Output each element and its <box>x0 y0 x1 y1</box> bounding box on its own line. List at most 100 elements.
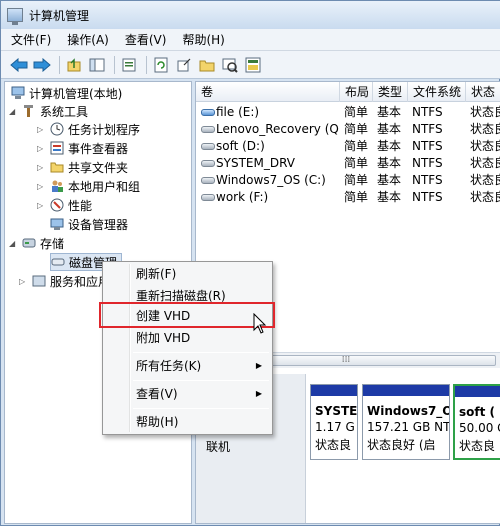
tree-item-performance[interactable]: ▷ 性能 <box>37 196 92 214</box>
partition-system[interactable]: SYSTE 1.17 G 状态良 <box>310 384 358 460</box>
menu-item-help[interactable]: 帮助(H) <box>105 412 270 432</box>
table-row[interactable]: work (F:) 简单 基本 NTFS 状态良 <box>196 189 500 206</box>
partition-name: Windows7_O <box>367 404 450 418</box>
tree-item-label: 系统工具 <box>40 104 89 119</box>
expand-arrow-icon[interactable]: ▷ <box>37 144 47 153</box>
table-row[interactable]: file (E:) 简单 基本 NTFS 状态良 <box>196 104 500 121</box>
column-header-type[interactable]: 类型 <box>373 82 408 102</box>
volume-name: file (E:) <box>216 105 260 119</box>
event-viewer-icon <box>50 141 64 155</box>
menu-view[interactable]: 查看(V) <box>125 31 167 48</box>
table-row[interactable]: SYSTEM_DRV 简单 基本 NTFS 状态良 <box>196 155 500 172</box>
toolbar <box>1 51 500 79</box>
tree-item-storage[interactable]: ◢ 存储 <box>9 234 64 252</box>
tree-item-task-scheduler[interactable]: ▷ 任务计划程序 <box>37 120 140 138</box>
help-icon[interactable] <box>220 55 240 75</box>
table-row[interactable]: Windows7_OS (C:) 简单 基本 NTFS 状态良 <box>196 172 500 189</box>
tree-item-services-apps[interactable]: ▷ 服务和应用 <box>19 272 110 290</box>
tree-item-label: 计算机管理(本地) <box>29 86 123 101</box>
settings-icon[interactable] <box>243 55 263 75</box>
volume-filesystem: NTFS <box>412 139 443 153</box>
menu-action[interactable]: 操作(A) <box>67 31 109 48</box>
tree-item-event-viewer[interactable]: ▷ 事件查看器 <box>37 139 128 157</box>
refresh-icon[interactable] <box>151 55 171 75</box>
menu-item-rescan-disks[interactable]: 重新扫描磁盘(R) <box>105 286 270 306</box>
back-icon[interactable] <box>9 55 29 75</box>
computer-management-window: 计算机管理 文件(F) 操作(A) 查看(V) 帮助(H) 计算机管理(本地) … <box>0 0 500 526</box>
volume-type: 基本 <box>377 190 402 204</box>
volume-filesystem: NTFS <box>412 173 443 187</box>
column-header-layout[interactable]: 布局 <box>340 82 373 102</box>
forward-icon[interactable] <box>32 55 52 75</box>
computer-icon <box>11 86 25 100</box>
clock-icon <box>50 122 64 136</box>
column-header-volume[interactable]: 卷 <box>196 82 340 102</box>
volume-status: 状态良 <box>470 173 500 187</box>
users-icon <box>50 179 64 193</box>
tree-item-device-manager[interactable]: 设备管理器 <box>50 215 128 233</box>
partition-status: 状态良 <box>459 439 496 453</box>
properties-icon[interactable] <box>119 55 139 75</box>
menu-help[interactable]: 帮助(H) <box>182 31 224 48</box>
partition-name: soft ( <box>459 405 496 419</box>
tree-item-local-users-groups[interactable]: ▷ 本地用户和组 <box>37 177 140 195</box>
volume-layout: 简单 <box>344 173 369 187</box>
menu-file[interactable]: 文件(F) <box>11 31 51 48</box>
expand-arrow-icon[interactable]: ▷ <box>37 163 47 172</box>
show-hide-tree-icon[interactable] <box>87 55 107 75</box>
menu-item-create-vhd[interactable]: 创建 VHD <box>105 306 270 326</box>
volume-layout: 简单 <box>344 122 369 136</box>
partition-soft[interactable]: soft ( 50.00 G 状态良 <box>453 384 500 460</box>
partition-size: 157.21 GB NT <box>367 420 450 434</box>
export-icon[interactable] <box>174 55 194 75</box>
volume-status: 状态良 <box>470 105 500 119</box>
expand-arrow-icon[interactable]: ▷ <box>37 182 47 191</box>
table-row[interactable]: soft (D:) 简单 基本 NTFS 状态良 <box>196 138 500 155</box>
column-header-status[interactable]: 状态 <box>466 82 500 102</box>
volume-type: 基本 <box>377 156 402 170</box>
table-row[interactable]: Lenovo_Recovery (Q:) 简单 基本 NTFS 状态良 <box>196 121 500 138</box>
collapse-arrow-icon[interactable]: ◢ <box>9 107 19 116</box>
disk-status-label: 联机 <box>206 440 231 454</box>
volume-name: Windows7_OS (C:) <box>216 173 326 187</box>
tree-item-label: 存储 <box>40 236 65 251</box>
device-manager-icon <box>50 217 64 231</box>
open-folder-icon[interactable] <box>197 55 217 75</box>
up-icon[interactable] <box>64 55 84 75</box>
menu-item-label: 查看(V) <box>136 387 178 401</box>
partition-status: 状态良好 (启 <box>367 438 436 452</box>
volume-layout: 简单 <box>344 190 369 204</box>
partition-size: 50.00 G <box>459 421 500 435</box>
title-bar: 计算机管理 <box>1 1 500 29</box>
volume-name: soft (D:) <box>216 139 265 153</box>
volume-name: work (F:) <box>216 190 269 204</box>
submenu-arrow-icon: ▶ <box>255 361 262 370</box>
expand-arrow-icon[interactable]: ▷ <box>37 125 47 134</box>
computer-management-icon <box>7 8 23 25</box>
partition-windows[interactable]: Windows7_O 157.21 GB NT 状态良好 (启 <box>362 384 450 460</box>
menu-bar: 文件(F) 操作(A) 查看(V) 帮助(H) <box>1 29 500 51</box>
volume-table-header: 卷 布局 类型 文件系统 状态 <box>196 82 500 102</box>
volume-status: 状态良 <box>470 156 500 170</box>
tree-item-label: 性能 <box>68 198 93 213</box>
tree-item-system-tools[interactable]: ◢ 系统工具 <box>9 102 88 120</box>
volume-type: 基本 <box>377 105 402 119</box>
tree-item-computer-management[interactable]: 计算机管理(本地) <box>11 84 122 102</box>
volume-filesystem: NTFS <box>412 105 443 119</box>
expand-arrow-icon[interactable]: ▷ <box>37 201 47 210</box>
menu-item-all-tasks[interactable]: 所有任务(K) ▶ <box>105 356 270 376</box>
menu-item-view[interactable]: 查看(V) ▶ <box>105 384 270 404</box>
menu-item-attach-vhd[interactable]: 附加 VHD <box>105 328 270 348</box>
volume-filesystem: NTFS <box>412 190 443 204</box>
column-header-filesystem[interactable]: 文件系统 <box>408 82 466 102</box>
tree-item-shared-folders[interactable]: ▷ 共享文件夹 <box>37 158 128 176</box>
submenu-arrow-icon: ▶ <box>255 389 262 398</box>
tree-item-label: 共享文件夹 <box>68 160 129 175</box>
context-menu: 刷新(F) 重新扫描磁盘(R) 创建 VHD 附加 VHD 所有任务(K) ▶ … <box>102 261 273 435</box>
menu-item-refresh[interactable]: 刷新(F) <box>105 264 270 284</box>
expand-arrow-icon[interactable]: ▷ <box>19 277 29 286</box>
volume-status: 状态良 <box>470 122 500 136</box>
collapse-arrow-icon[interactable]: ◢ <box>9 239 19 248</box>
tree-item-label: 设备管理器 <box>68 217 129 232</box>
volume-type: 基本 <box>377 139 402 153</box>
